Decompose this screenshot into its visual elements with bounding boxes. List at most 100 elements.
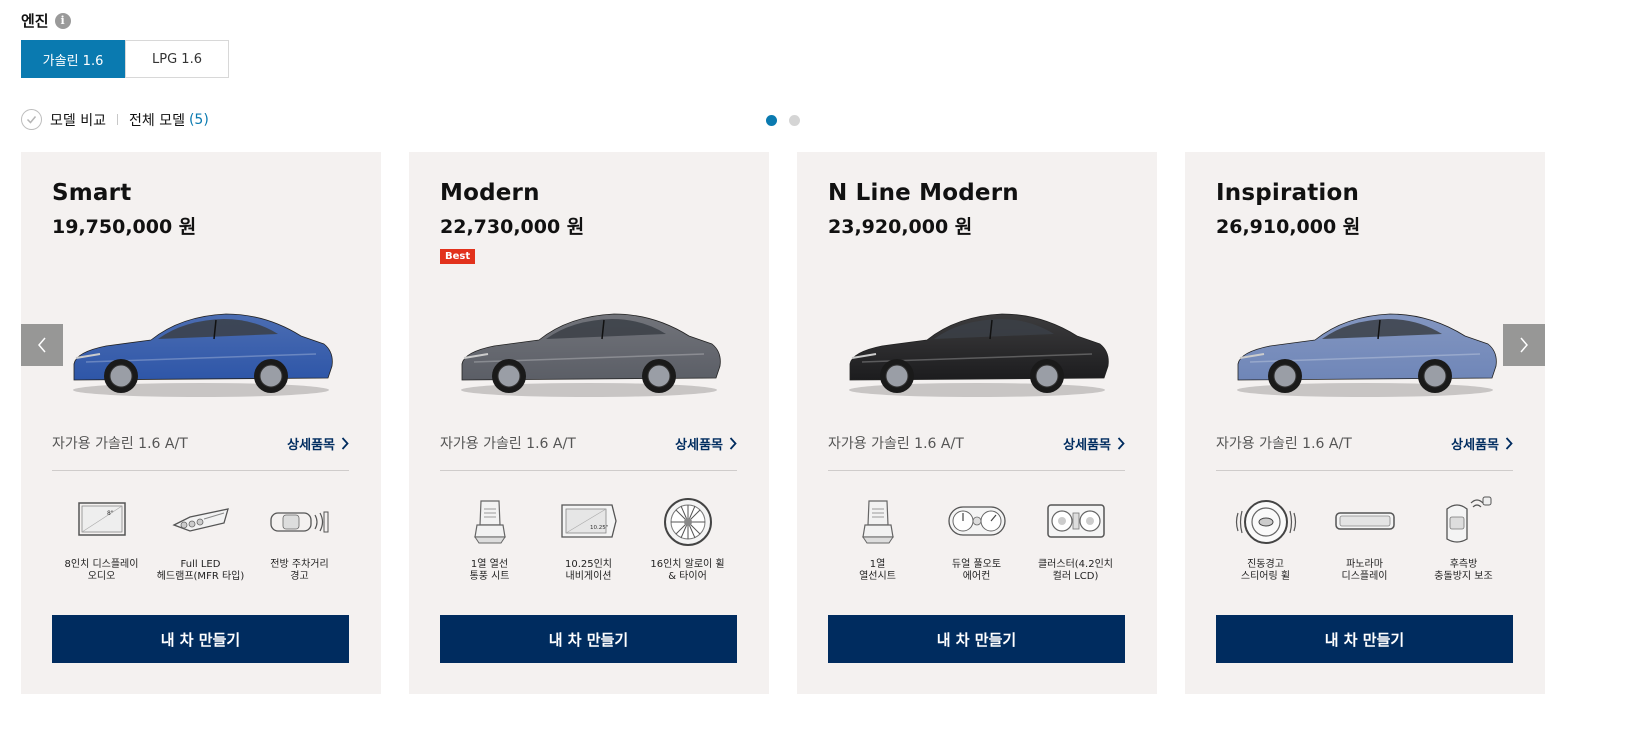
chevron-right-icon <box>729 436 737 450</box>
car-image <box>849 313 1109 397</box>
build-my-car-button[interactable]: 내 차 만들기 <box>52 615 349 663</box>
detail-link[interactable]: 상세품목 <box>1063 434 1125 453</box>
feature-item: Full LED 헤드램프(MFR 타입) <box>151 495 250 583</box>
detail-label: 상세품목 <box>1451 437 1499 453</box>
engine-tabs: 가솔린 1.6 LPG 1.6 <box>21 40 229 78</box>
pagination-dot-1[interactable] <box>766 115 777 126</box>
compare-label[interactable]: 모델 비교 <box>50 110 106 130</box>
chevron-right-icon <box>1117 436 1125 450</box>
compare-checkbox[interactable] <box>21 109 42 130</box>
feature-item: 전방 주차거리 경고 <box>250 495 349 583</box>
feature-label: 듀얼 풀오토 에어컨 <box>951 559 1002 582</box>
car-image <box>461 313 721 397</box>
feature-label: 진동경고 스티어링 휠 <box>1240 559 1291 582</box>
feature-item: 8" 8인치 디스플레이 오디오 <box>52 495 151 583</box>
info-icon[interactable]: i <box>54 12 71 29</box>
build-my-car-button[interactable]: 내 차 만들기 <box>1216 615 1513 663</box>
check-icon <box>26 116 37 124</box>
headlamp-icon <box>170 495 232 549</box>
chevron-right-icon <box>1505 436 1513 450</box>
trim-spec: 자가용 가솔린 1.6 A/T <box>1216 436 1352 452</box>
divider <box>1216 470 1513 471</box>
build-my-car-button[interactable]: 내 차 만들기 <box>440 615 737 663</box>
model-name: N Line Modern <box>828 180 1019 206</box>
detail-label: 상세품목 <box>287 437 335 453</box>
feature-list: 8" 8인치 디스플레이 오디오 Full LED 헤드램프(MFR 타입) 전… <box>52 495 349 583</box>
feature-list: 1열 열선시트 듀얼 풀오토 에어컨 클러스터(4.2인치 컬러 LCD) <box>828 495 1125 583</box>
seat-icon <box>847 495 909 549</box>
best-badge: Best <box>440 249 476 264</box>
trim-spec: 자가용 가솔린 1.6 A/T <box>440 436 576 452</box>
feature-label: 후측방 충돌방지 보조 <box>1434 559 1493 582</box>
detail-link[interactable]: 상세품목 <box>287 434 349 453</box>
all-models-label[interactable]: 전체 모델 <box>129 110 185 130</box>
feature-label: 1열 열선시트 <box>859 559 896 582</box>
feature-item: 클러스터(4.2인치 컬러 LCD) <box>1026 495 1125 583</box>
climate-control-icon <box>946 495 1008 549</box>
feature-item: 10.25" 10.25인치 내비게이션 <box>539 495 638 583</box>
rear-collision-icon <box>1433 495 1495 549</box>
spec-row: 자가용 가솔린 1.6 A/T 상세품목 <box>440 433 737 453</box>
feature-label: 8인치 디스플레이 오디오 <box>64 559 139 582</box>
chevron-right-icon <box>1520 337 1528 353</box>
feature-label: 전방 주차거리 경고 <box>270 559 329 582</box>
car-image <box>1237 313 1497 397</box>
trim-spec: 자가용 가솔린 1.6 A/T <box>52 436 188 452</box>
feature-item: 16인치 알로이 휠 & 타이어 <box>638 495 737 583</box>
model-count: (5) <box>188 111 209 128</box>
svg-text:10.25": 10.25" <box>590 525 608 531</box>
model-name: Modern <box>440 180 540 206</box>
seat-icon <box>459 495 521 549</box>
display-icon: 8" <box>71 495 133 549</box>
spec-row: 자가용 가솔린 1.6 A/T 상세품목 <box>52 433 349 453</box>
pagination-dot-2[interactable] <box>789 115 800 126</box>
build-my-car-button[interactable]: 내 차 만들기 <box>828 615 1125 663</box>
feature-label: 10.25인치 내비게이션 <box>564 559 613 582</box>
model-price: 23,920,000 원 <box>828 216 973 238</box>
model-card: Smart 19,750,000 원 자가용 가솔린 1.6 A/T 상세품목 <box>21 152 381 694</box>
engine-title: 엔진 <box>21 12 49 30</box>
divider <box>52 470 349 471</box>
feature-label: 파노라마 디스플레이 <box>1341 559 1388 582</box>
feature-label: 16인치 알로이 휠 & 타이어 <box>650 559 725 582</box>
chevron-left-icon <box>38 337 46 353</box>
model-card: N Line Modern 23,920,000 원 자가용 가솔린 1.6 A… <box>797 152 1157 694</box>
feature-item: 듀얼 풀오토 에어컨 <box>927 495 1026 583</box>
car-image <box>73 313 333 397</box>
engine-tab-lpg[interactable]: LPG 1.6 <box>125 40 229 78</box>
feature-item: 파노라마 디스플레이 <box>1315 495 1414 583</box>
model-price: 22,730,000 원 <box>440 216 585 238</box>
model-price: 26,910,000 원 <box>1216 216 1361 238</box>
detail-label: 상세품목 <box>675 437 723 453</box>
wheel-icon <box>657 495 719 549</box>
engine-tab-gasoline[interactable]: 가솔린 1.6 <box>21 40 125 78</box>
feature-item: 1열 열선 통풍 시트 <box>440 495 539 583</box>
cluster-icon <box>1045 495 1107 549</box>
feature-label: 1열 열선 통풍 시트 <box>469 559 510 582</box>
detail-link[interactable]: 상세품목 <box>675 434 737 453</box>
spec-row: 자가용 가솔린 1.6 A/T 상세품목 <box>828 433 1125 453</box>
panorama-display-icon <box>1334 495 1396 549</box>
feature-list: 진동경고 스티어링 휠 파노라마 디스플레이 후측방 충돌방지 보조 <box>1216 495 1513 583</box>
steering-wheel-icon <box>1235 495 1297 549</box>
chevron-right-icon <box>341 436 349 450</box>
spec-row: 자가용 가솔린 1.6 A/T 상세품목 <box>1216 433 1513 453</box>
model-name: Smart <box>52 180 132 206</box>
feature-item: 1열 열선시트 <box>828 495 927 583</box>
model-card: Modern 22,730,000 원 Best 자가용 가솔린 1.6 A/T… <box>409 152 769 694</box>
model-card: Inspiration 26,910,000 원 자가용 가솔린 1.6 A/T… <box>1185 152 1545 694</box>
pagination-dots <box>766 115 800 126</box>
parking-sensor-icon <box>269 495 331 549</box>
feature-item: 후측방 충돌방지 보조 <box>1414 495 1513 583</box>
svg-text:8": 8" <box>107 510 114 517</box>
carousel-prev-button[interactable] <box>21 324 63 366</box>
feature-list: 1열 열선 통풍 시트 10.25" 10.25인치 내비게이션 16인치 알로… <box>440 495 737 583</box>
feature-label: 클러스터(4.2인치 컬러 LCD) <box>1037 559 1113 582</box>
detail-link[interactable]: 상세품목 <box>1451 434 1513 453</box>
engine-section-title: 엔진 i <box>21 10 71 31</box>
divider <box>440 470 737 471</box>
trim-spec: 자가용 가솔린 1.6 A/T <box>828 436 964 452</box>
carousel-next-button[interactable] <box>1503 324 1545 366</box>
detail-label: 상세품목 <box>1063 437 1111 453</box>
navigation-icon: 10.25" <box>558 495 620 549</box>
